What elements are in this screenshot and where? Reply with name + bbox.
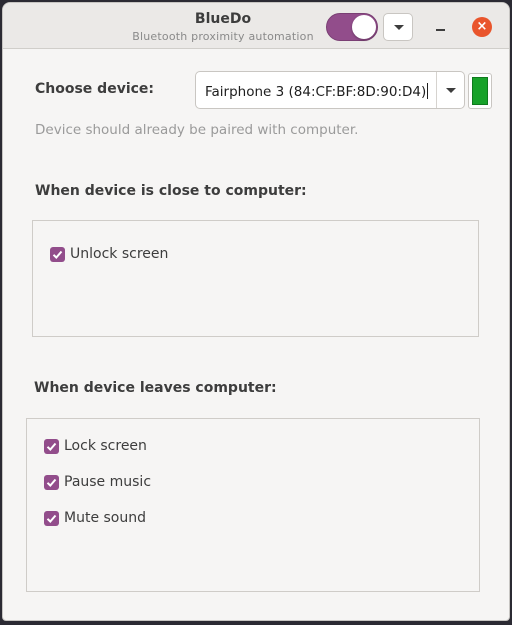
choose-device-label: Choose device: <box>35 81 155 97</box>
dropdown-arrow-icon[interactable] <box>446 88 456 93</box>
header-bar: BlueDo Bluetooth proximity automation × <box>3 3 509 49</box>
checkbox-checked-icon[interactable] <box>50 247 65 262</box>
close-section-heading: When device is close to computer: <box>35 183 307 199</box>
device-status-indicator <box>468 73 492 109</box>
leave-section-heading: When device leaves computer: <box>34 380 277 396</box>
enable-switch[interactable] <box>326 13 378 41</box>
device-combobox-value[interactable]: Fairphone 3 (84:CF:BF:8D:90:D4) <box>205 83 429 100</box>
minimize-button[interactable] <box>433 19 449 35</box>
device-combobox[interactable]: Fairphone 3 (84:CF:BF:8D:90:D4) <box>195 71 465 109</box>
checkbox-checked-icon[interactable] <box>44 475 59 490</box>
checkbox-label[interactable]: Unlock screen <box>70 246 168 262</box>
close-button[interactable]: × <box>472 17 492 37</box>
minimize-icon <box>436 29 445 31</box>
text-caret <box>427 83 429 99</box>
checkbox-label[interactable]: Lock screen <box>64 438 147 454</box>
switch-knob <box>352 15 376 39</box>
chevron-down-icon <box>394 25 404 30</box>
checkbox-label[interactable]: Pause music <box>64 474 151 490</box>
close-icon: × <box>476 19 488 34</box>
checkbox-checked-icon[interactable] <box>44 439 59 454</box>
pairing-hint: Device should already be paired with com… <box>35 122 359 138</box>
status-fill <box>472 77 488 105</box>
checkbox-checked-icon[interactable] <box>44 511 59 526</box>
app-window: BlueDo Bluetooth proximity automation × … <box>2 2 510 621</box>
combobox-separator <box>436 72 437 108</box>
leave-actions-frame: Lock screen Pause music Mute sound <box>26 418 480 592</box>
checkbox-label[interactable]: Mute sound <box>64 510 146 526</box>
close-actions-frame: Unlock screen <box>32 220 479 337</box>
menu-button[interactable] <box>383 13 413 41</box>
